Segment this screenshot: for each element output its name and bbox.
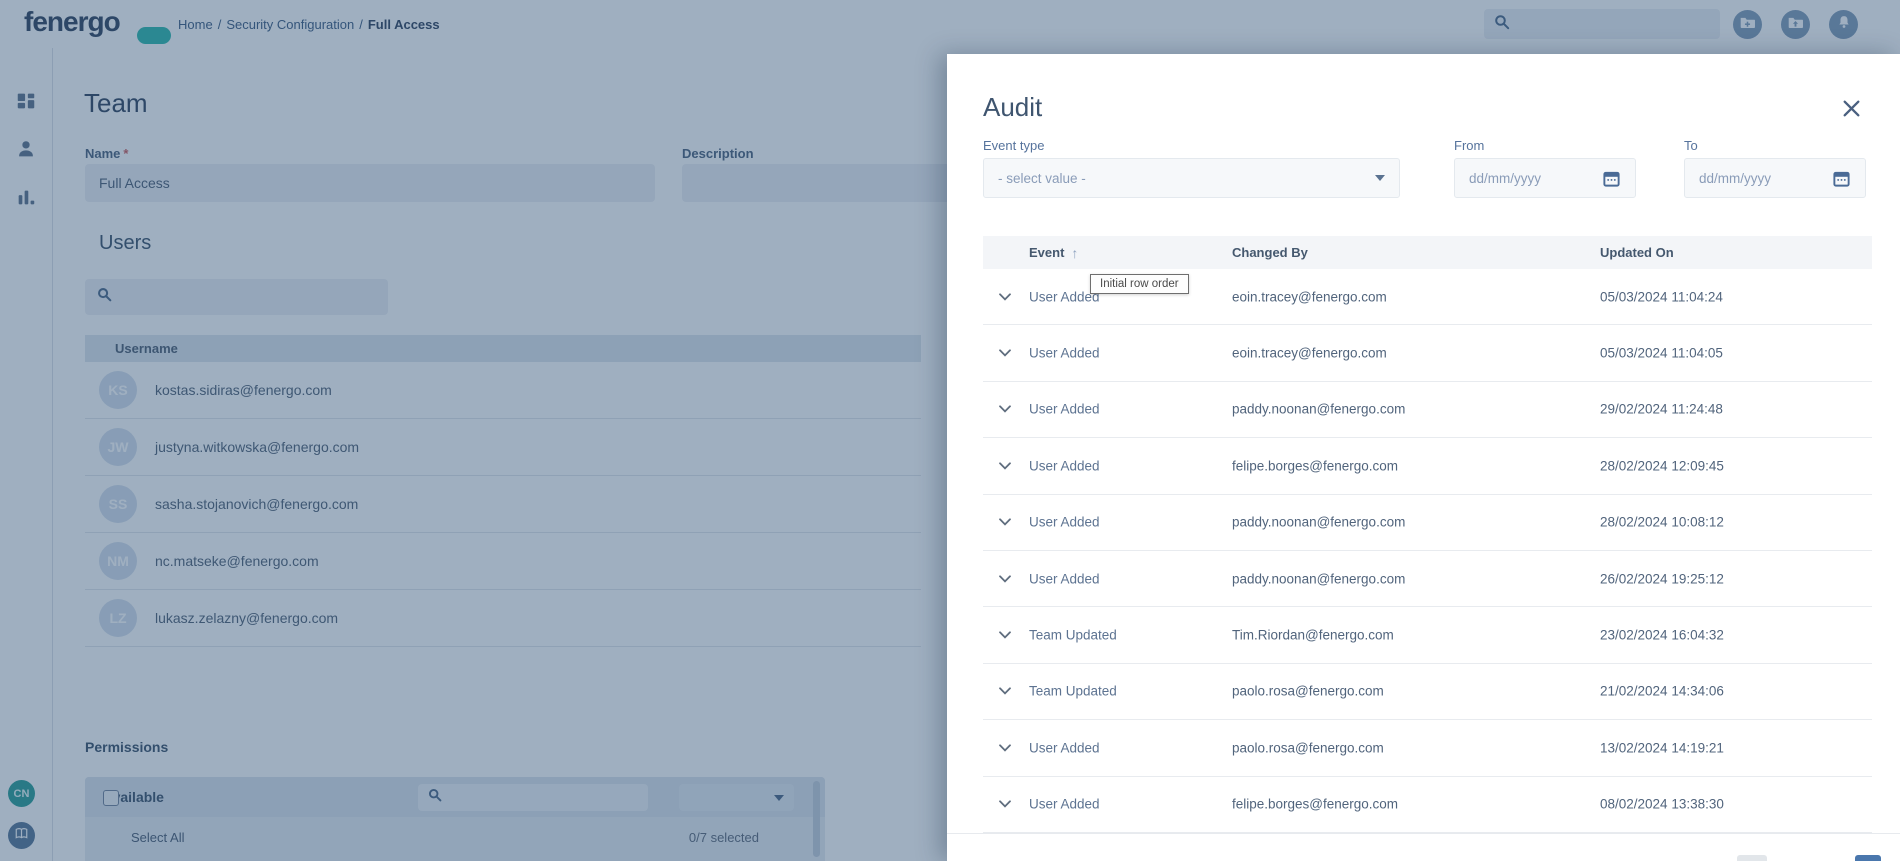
pagination-button-primary[interactable]: [1855, 855, 1881, 861]
event-cell: User Added: [1029, 345, 1100, 361]
audit-table-row[interactable]: User Added paolo.rosa@fenergo.com 13/02/…: [983, 720, 1872, 777]
expand-chevron-icon[interactable]: [999, 744, 1011, 752]
expand-chevron-icon[interactable]: [999, 462, 1011, 470]
expand-chevron-icon[interactable]: [999, 405, 1011, 414]
event-cell: User Added: [1029, 571, 1100, 587]
audit-table-row[interactable]: User Added felipe.borges@fenergo.com 08/…: [983, 777, 1872, 833]
audit-table-row[interactable]: User Added paddy.noonan@fenergo.com 26/0…: [983, 551, 1872, 608]
to-date-placeholder: dd/mm/yyyy: [1699, 170, 1772, 186]
updated-on-cell: 13/02/2024 14:19:21: [1600, 740, 1724, 756]
sort-ascending-icon: ↑: [1071, 244, 1079, 261]
audit-drawer: Audit Event type - select value - From d…: [947, 54, 1900, 861]
audit-table-header: Event ↑ Changed By Updated On: [983, 236, 1872, 269]
changed-by-cell: paddy.noonan@fenergo.com: [1232, 571, 1406, 587]
event-cell: User Added: [1029, 289, 1100, 305]
audit-title: Audit: [983, 92, 1043, 122]
expand-chevron-icon[interactable]: [999, 631, 1011, 639]
event-type-value: - select value -: [998, 170, 1086, 186]
from-date-field[interactable]: dd/mm/yyyy: [1454, 158, 1636, 198]
expand-chevron-icon[interactable]: [999, 349, 1011, 357]
footer-divider: [947, 833, 1900, 834]
from-label: From: [1454, 138, 1485, 153]
event-cell: User Added: [1029, 796, 1100, 812]
audit-table-row[interactable]: Team Updated Tim.Riordan@fenergo.com 23/…: [983, 607, 1872, 664]
event-cell: Team Updated: [1029, 627, 1117, 643]
expand-chevron-icon[interactable]: [999, 687, 1011, 696]
audit-table-body: User Added eoin.tracey@fenergo.com 05/03…: [983, 269, 1872, 833]
changed-by-cell: felipe.borges@fenergo.com: [1232, 796, 1399, 812]
expand-chevron-icon[interactable]: [999, 293, 1011, 301]
chevron-down-icon: [1375, 175, 1385, 181]
event-type-select[interactable]: - select value -: [983, 158, 1400, 198]
audit-table-row[interactable]: User Added paddy.noonan@fenergo.com 29/0…: [983, 382, 1872, 439]
column-header-changed-by[interactable]: Changed By: [1232, 236, 1308, 269]
changed-by-cell: eoin.tracey@fenergo.com: [1232, 345, 1387, 361]
expand-chevron-icon[interactable]: [999, 800, 1011, 808]
column-header-updated-on[interactable]: Updated On: [1600, 236, 1674, 269]
to-label: To: [1684, 138, 1698, 153]
calendar-icon[interactable]: [1602, 169, 1621, 188]
event-cell: User Added: [1029, 740, 1100, 756]
audit-table-row[interactable]: Team Updated paolo.rosa@fenergo.com 21/0…: [983, 664, 1872, 721]
event-cell: User Added: [1029, 514, 1100, 530]
from-date-placeholder: dd/mm/yyyy: [1469, 170, 1542, 186]
to-date-field[interactable]: dd/mm/yyyy: [1684, 158, 1866, 198]
changed-by-cell: paolo.rosa@fenergo.com: [1232, 740, 1384, 756]
changed-by-cell: felipe.borges@fenergo.com: [1232, 458, 1399, 474]
updated-on-cell: 23/02/2024 16:04:32: [1600, 627, 1724, 643]
event-cell: User Added: [1029, 401, 1100, 417]
changed-by-cell: paddy.noonan@fenergo.com: [1232, 514, 1406, 530]
updated-on-cell: 08/02/2024 13:38:30: [1600, 796, 1724, 812]
updated-on-cell: 28/02/2024 10:08:12: [1600, 514, 1724, 530]
updated-on-cell: 26/02/2024 19:25:12: [1600, 571, 1724, 587]
changed-by-cell: paddy.noonan@fenergo.com: [1232, 401, 1406, 417]
audit-table-row[interactable]: User Added paddy.noonan@fenergo.com 28/0…: [983, 495, 1872, 551]
pagination-button-secondary[interactable]: [1737, 855, 1767, 861]
changed-by-cell: eoin.tracey@fenergo.com: [1232, 289, 1387, 305]
sort-tooltip: Initial row order: [1090, 274, 1189, 294]
event-cell: Team Updated: [1029, 683, 1117, 699]
updated-on-cell: 05/03/2024 11:04:24: [1600, 289, 1723, 305]
updated-on-cell: 21/02/2024 14:34:06: [1600, 683, 1724, 699]
changed-by-cell: paolo.rosa@fenergo.com: [1232, 683, 1384, 699]
calendar-icon[interactable]: [1832, 169, 1851, 188]
expand-chevron-icon[interactable]: [999, 575, 1011, 583]
event-cell: User Added: [1029, 458, 1100, 474]
updated-on-cell: 28/02/2024 12:09:45: [1600, 458, 1724, 474]
expand-chevron-icon[interactable]: [999, 518, 1011, 526]
updated-on-cell: 29/02/2024 11:24:48: [1600, 401, 1723, 417]
close-icon[interactable]: [1841, 98, 1865, 122]
updated-on-cell: 05/03/2024 11:04:05: [1600, 345, 1723, 361]
changed-by-cell: Tim.Riordan@fenergo.com: [1232, 627, 1394, 643]
column-header-event[interactable]: Event ↑: [1029, 236, 1078, 269]
event-type-label: Event type: [983, 138, 1045, 153]
audit-table-row[interactable]: User Added eoin.tracey@fenergo.com 05/03…: [983, 325, 1872, 382]
audit-table-row[interactable]: User Added felipe.borges@fenergo.com 28/…: [983, 438, 1872, 495]
